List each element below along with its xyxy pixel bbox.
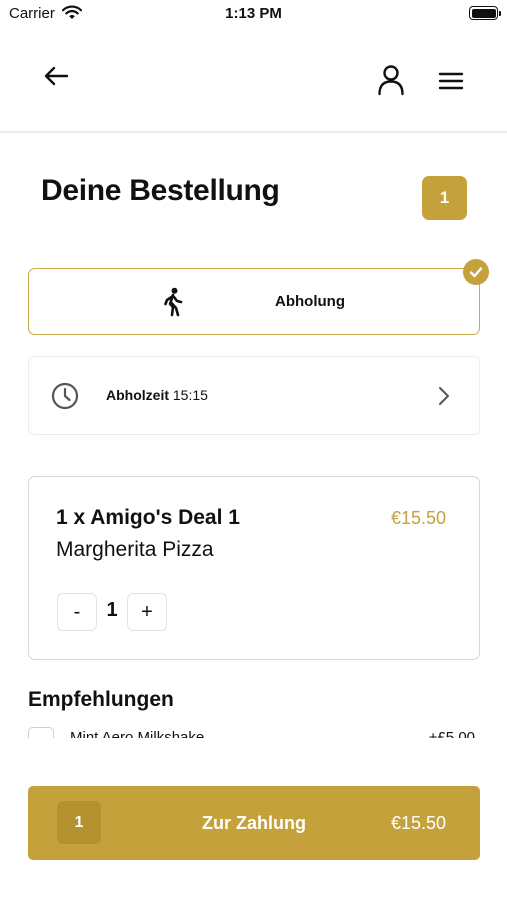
item-title: 1 x Amigo's Deal 1 <box>56 506 240 529</box>
back-arrow-icon <box>44 66 69 86</box>
account-button[interactable] <box>373 63 409 97</box>
checkout-total: €15.50 <box>390 813 446 833</box>
item-subtitle: Margherita Pizza <box>56 538 214 561</box>
walking-person-icon <box>164 287 183 317</box>
pickup-time-value: 15:15 <box>172 387 208 403</box>
user-icon <box>378 65 404 96</box>
status-bar: Carrier 1:13 PM <box>0 0 507 30</box>
pickup-time-row[interactable]: Abholzeit 15:15 <box>28 356 480 435</box>
pickup-time-text: Abholzeit 15:15 <box>106 387 208 403</box>
pickup-time-label: Abholzeit <box>106 387 169 403</box>
checkout-button[interactable]: 1 Zur Zahlung €15.50 <box>28 786 480 860</box>
cart-count-badge: 1 <box>422 176 467 220</box>
pickup-label: Abholung <box>275 293 345 310</box>
quantity-decrease-button[interactable]: - <box>57 593 97 631</box>
pickup-option[interactable]: Abholung <box>28 268 480 335</box>
item-price: €15.50 <box>390 508 446 528</box>
check-icon <box>469 267 483 278</box>
recommendation-checkbox[interactable] <box>28 727 54 738</box>
menu-button[interactable] <box>433 65 469 97</box>
recommendation-name: Mint Aero Milkshake <box>70 729 205 738</box>
selected-check-badge <box>463 259 489 285</box>
clock-icon <box>51 382 79 410</box>
chevron-right-icon <box>439 387 449 405</box>
quantity-value: 1 <box>106 599 118 621</box>
nav-bar <box>0 45 507 133</box>
page-title: Deine Bestellung <box>41 174 280 207</box>
recommendations-list: Mint Aero Milkshake +£5.00 <box>0 722 507 738</box>
hamburger-menu-icon <box>438 72 464 90</box>
quantity-increase-button[interactable]: + <box>127 593 167 631</box>
order-item-card: 1 x Amigo's Deal 1 €15.50 Margherita Piz… <box>28 476 480 660</box>
battery-icon <box>469 6 501 20</box>
recommendations-title: Empfehlungen <box>28 688 174 711</box>
status-time: 1:13 PM <box>225 5 282 22</box>
back-button[interactable] <box>38 61 74 91</box>
recommendation-price: +£5.00 <box>428 729 475 738</box>
